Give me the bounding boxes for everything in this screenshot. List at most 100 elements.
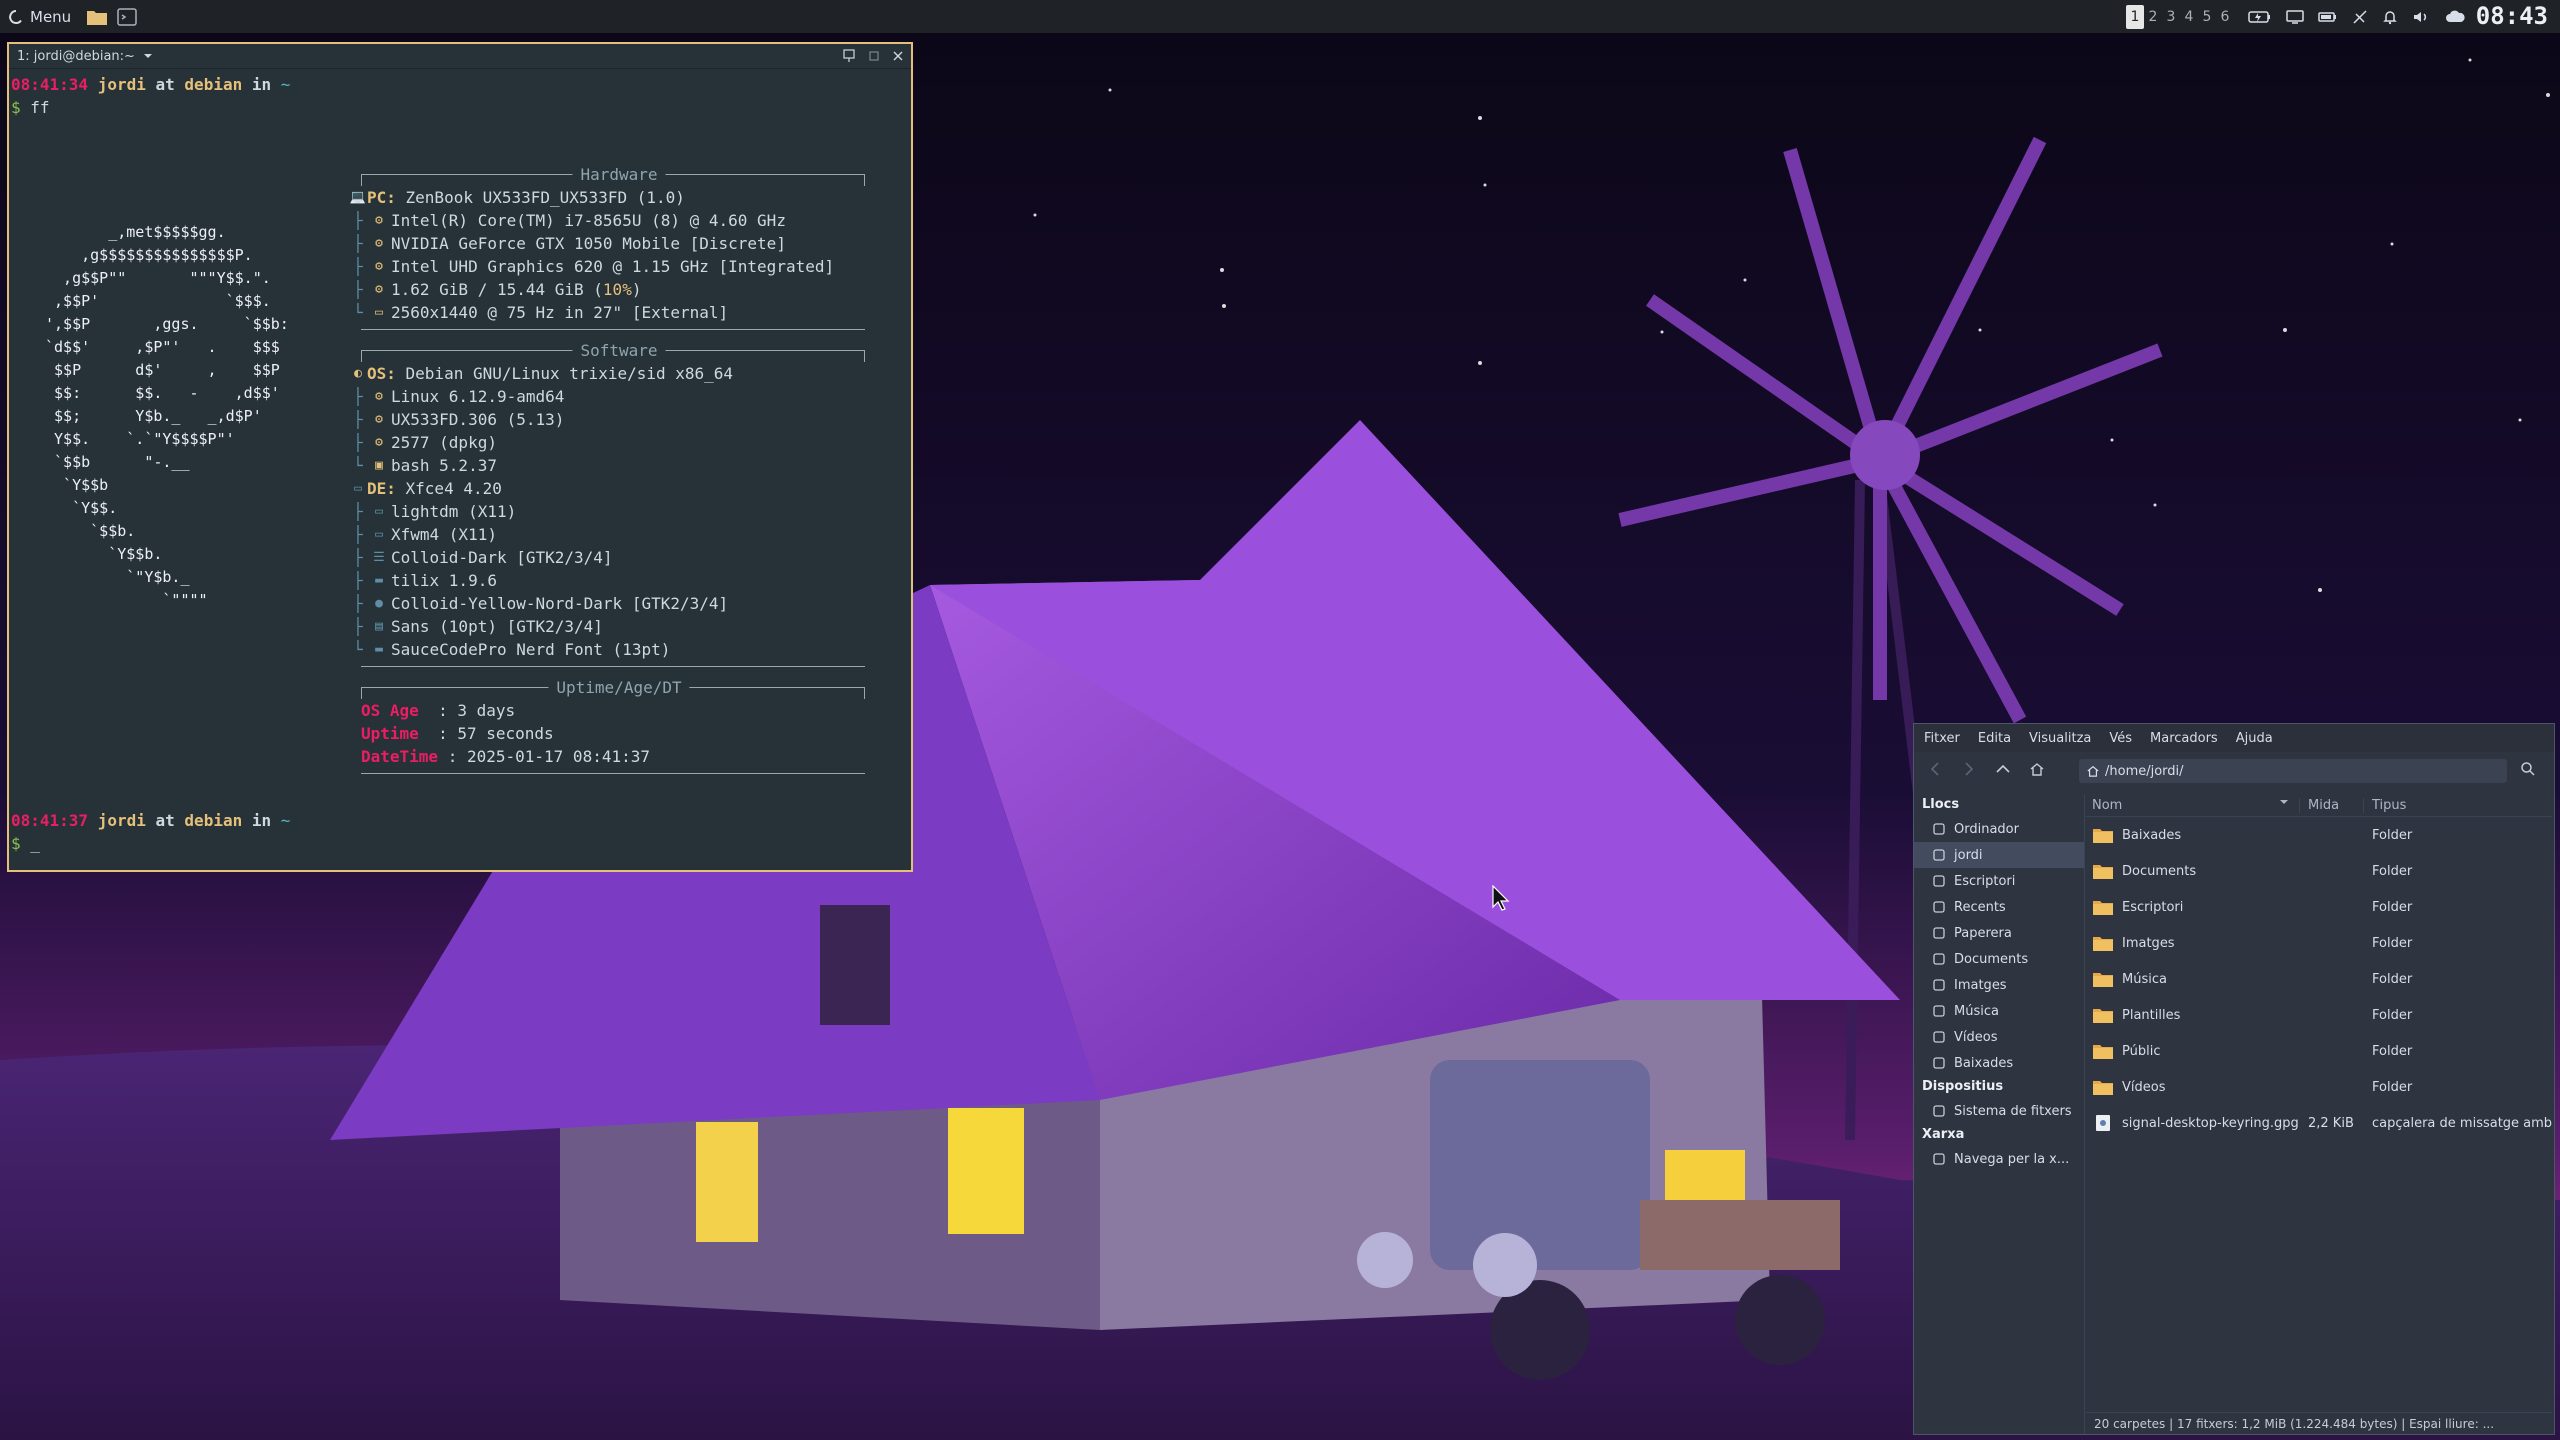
workspace-2[interactable]: 2 [2144,5,2162,29]
sidebar-place-7[interactable]: Música [1914,998,2084,1024]
file-manager-launcher[interactable] [85,5,109,29]
sidebar-place-6[interactable]: Imatges [1914,972,2084,998]
file-row[interactable]: Música Folder [2086,961,2552,997]
file-row[interactable]: Baixades Folder [2086,817,2552,853]
battery-icon[interactable] [2318,9,2338,25]
ascii-line: `$$b. [45,522,136,540]
menu-fitxer[interactable]: Fitxer [1924,731,1960,746]
back-button[interactable] [1924,758,1946,780]
sidebar-place-8[interactable]: Vídeos [1914,1024,2084,1050]
column-name-header[interactable]: Nom [2086,797,2300,813]
sidebar-place-1[interactable]: jordi [1914,842,2084,868]
column-size-header[interactable]: Mida [2300,797,2364,813]
file-row[interactable]: signal-desktop-keyring.gpg 2,2 KiB capçale… [2086,1105,2552,1141]
terminal-launcher[interactable] [115,5,139,29]
desktop-env-icon: ▭ [354,481,362,496]
terminal-window[interactable]: 1: jordi@debian:~ 08:41:34 jordi at debi… [7,42,913,872]
file-type: capçalera de missatge amb [2372,1115,2552,1131]
input-line[interactable]: $ _ [11,832,40,855]
terminal-titlebar[interactable]: 1: jordi@debian:~ [9,44,911,69]
file-icon [2096,1115,2110,1131]
folder-icon [2093,865,2113,879]
whisker-menu-button[interactable]: Menu [0,0,79,33]
desktop-icon [1933,875,1945,887]
column-type-header[interactable]: Tipus [2364,798,2406,813]
command-line: $ ff [11,98,50,117]
ascii-line: `$$b "-.__ [45,453,190,471]
workspace-1[interactable]: 1 [2126,4,2144,29]
chevron-right-icon [1965,762,1974,776]
file-name: Baixades [2122,827,2182,843]
parent-folder-button[interactable] [1992,758,2014,780]
panel-clock[interactable]: 08:43 [2476,0,2548,33]
file-row[interactable]: Vídeos Folder [2086,1069,2552,1105]
trash-icon [1933,927,1945,939]
terminal-icon [117,7,137,26]
file-row[interactable]: Documents Folder [2086,853,2552,889]
software-header: Software [349,339,889,362]
menu-edita[interactable]: Edita [1978,731,2011,746]
kernel-icon: ⚙ [375,389,383,404]
menu-ves[interactable]: Vés [2109,731,2132,746]
fm-sidebar: Llocs Ordinador jordi Escriptori Recents Pape… [1914,794,2085,1434]
menu-ajuda[interactable]: Ajuda [2236,731,2273,746]
maximize-icon[interactable] [869,51,879,61]
cloud-icon[interactable] [2444,9,2466,25]
sidebar-place-4[interactable]: Paperera [1914,920,2084,946]
sidebar-place-0[interactable]: Ordinador [1914,816,2084,842]
sidebar-place-5[interactable]: Documents [1914,946,2084,972]
display-icon[interactable] [2286,9,2304,25]
sidebar-place-2[interactable]: Escriptori [1914,868,2084,894]
sidebar-item-label: Documents [1954,951,2029,967]
split-terminal-icon[interactable] [843,49,855,63]
memory-icon: ⚙ [375,282,383,297]
menu-marcadors[interactable]: Marcadors [2150,731,2218,746]
ascii-line: ',$$P ,ggs. `$$b: [45,315,289,333]
gpu-icon: ⚙ [375,259,383,274]
volume-icon[interactable] [2412,9,2430,25]
ascii-line: _,met$$$$$gg. [45,223,226,241]
folder-icon [2093,829,2113,843]
sidebar-device-0[interactable]: Sistema de fitxers [1914,1098,2084,1124]
fm-statusbar: 20 carpetes | 17 fitxers: 1,2 MiB (1.224… [2086,1412,2552,1434]
workspace-3[interactable]: 3 [2162,5,2180,29]
close-icon[interactable] [893,51,903,61]
document-icon [1933,953,1945,965]
computer-icon [1933,823,1945,835]
sidebar-item-label: Escriptori [1954,873,2016,889]
forward-button[interactable] [1958,758,1980,780]
workspace-5[interactable]: 5 [2198,5,2216,29]
file-row[interactable]: Públic Folder [2086,1033,2552,1069]
file-row[interactable]: Escriptori Folder [2086,889,2552,925]
location-bar[interactable]: /home/jordi/ [2079,759,2507,783]
workspace-4[interactable]: 4 [2180,5,2198,29]
home-button[interactable] [2026,758,2048,780]
network-off-icon[interactable] [2352,9,2368,25]
file-type: Folder [2372,1043,2413,1059]
home-icon [2087,765,2099,777]
ascii-line: ,g$$P"" """Y$$.". [45,269,271,287]
search-button[interactable] [2520,761,2536,781]
sidebar-item-label: Música [1954,1003,1999,1019]
file-name: Escriptori [2122,899,2184,915]
file-type: Folder [2372,899,2413,915]
file-manager-window[interactable]: Fitxer Edita Visualitza Vés Marcadors Aj… [1913,723,2555,1435]
sidebar-place-3[interactable]: Recents [1914,894,2084,920]
bell-icon[interactable] [2382,9,2398,25]
sidebar-place-9[interactable]: Baixades [1914,1050,2084,1076]
workspace-6[interactable]: 6 [2216,5,2234,29]
battery-charging-icon[interactable] [2248,9,2272,25]
sidebar-item-label: Ordinador [1954,821,2019,837]
ascii-line: `Y$$b [45,476,109,494]
folder-icon [87,10,108,25]
sidebar-item-label: Sistema de fitxers [1954,1103,2072,1119]
file-row[interactable]: Plantilles Folder [2086,997,2552,1033]
file-row[interactable]: Imatges Folder [2086,925,2552,961]
menu-visualitza[interactable]: Visualitza [2029,731,2091,746]
mouse-pointer-icon [1492,885,1510,911]
icon-theme-icon: ● [375,596,383,611]
chevron-down-icon[interactable] [143,52,153,60]
network-icon [1933,1153,1945,1165]
sidebar-network-0[interactable]: Navega per la x... [1914,1146,2084,1172]
location-path: /home/jordi/ [2105,763,2184,779]
